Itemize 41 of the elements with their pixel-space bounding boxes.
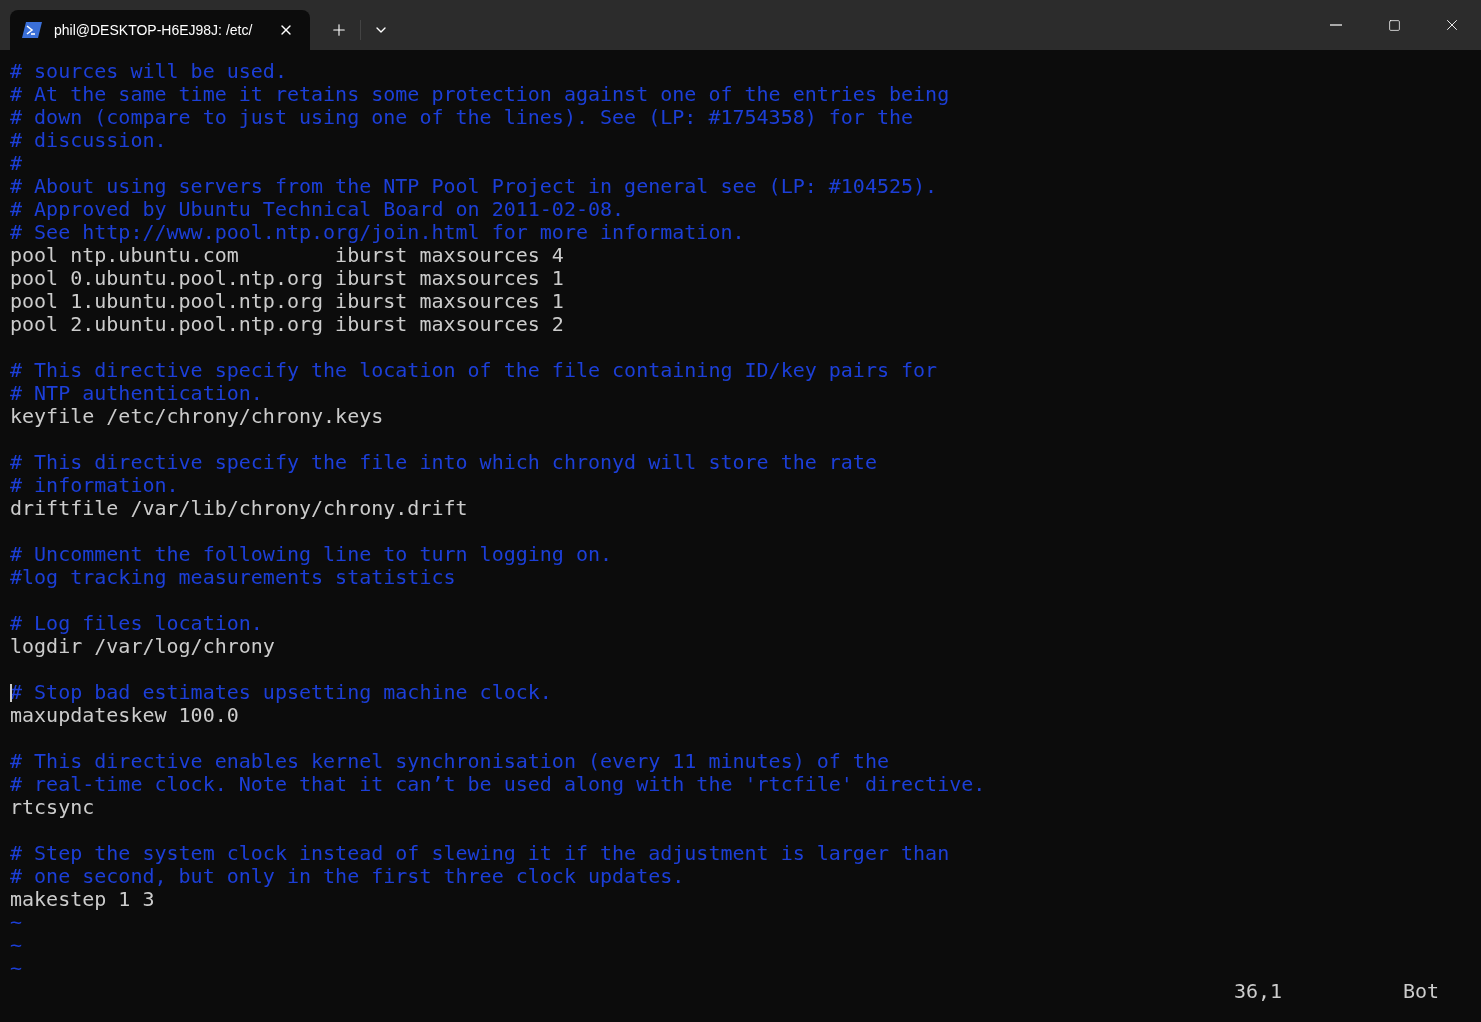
comment-line: # Stop bad estimates upsetting machine clock. bbox=[10, 681, 552, 704]
tab-title: phil@DESKTOP-H6EJ98J: /etc/ bbox=[54, 20, 253, 40]
code-line: pool ntp.ubuntu.com iburst maxsources 4 bbox=[10, 244, 564, 267]
empty-line-marker: ~ bbox=[10, 957, 23, 980]
maximize-icon bbox=[1387, 18, 1401, 32]
comment-line: # Log files location. bbox=[10, 612, 263, 635]
code-line: rtcsync bbox=[10, 796, 95, 819]
code-line: pool 1.ubuntu.pool.ntp.org iburst maxsources 1 bbox=[10, 290, 564, 313]
code-line: pool 2.ubuntu.pool.ntp.org iburst maxsources 2 bbox=[10, 313, 564, 336]
comment-line: # See http://www.pool.ntp.org/join.html for more information. bbox=[10, 221, 745, 244]
code-line: pool 0.ubuntu.pool.ntp.org iburst maxsources 1 bbox=[10, 267, 564, 290]
comment-line: # sources will be used. bbox=[10, 60, 287, 83]
empty-line-marker: ~ bbox=[10, 911, 23, 934]
comment-line: # About using servers from the NTP Pool Project in general see (LP: #104525). bbox=[10, 175, 938, 198]
comment-line: # This directive enables kernel synchronisation (every 11 minutes) of the bbox=[10, 750, 889, 773]
comment-line: # This directive specify the location of the file containing ID/key pairs for bbox=[10, 359, 938, 382]
empty-line-marker: ~ bbox=[10, 934, 23, 957]
scroll-position: Bot bbox=[1402, 980, 1439, 1003]
comment-line: # Uncomment the following line to turn logging on. bbox=[10, 543, 613, 566]
cursor-position: 36,1 bbox=[1234, 980, 1283, 1003]
comment-line: # Step the system clock instead of slewing it if the adjustment is larger than bbox=[10, 842, 950, 865]
comment-line: #log tracking measurements statistics bbox=[10, 566, 456, 589]
terminal-tab[interactable]: phil@DESKTOP-H6EJ98J: /etc/ bbox=[10, 10, 310, 50]
comment-line: # one second, but only in the first three clock updates. bbox=[10, 865, 685, 888]
comment-line: # At the same time it retains some protection against one of the entries being bbox=[10, 83, 950, 106]
comment-line: # bbox=[10, 152, 23, 175]
comment-line: # Approved by Ubuntu Technical Board on 2011-02-08. bbox=[10, 198, 625, 221]
plus-icon bbox=[330, 21, 348, 39]
comment-line: # information. bbox=[10, 474, 179, 497]
comment-line: # NTP authentication. bbox=[10, 382, 263, 405]
comment-line: # down (compare to just using one of the lines). See (LP: #1754358) for the bbox=[10, 106, 914, 129]
minimize-icon bbox=[1330, 24, 1342, 26]
code-line: driftfile /var/lib/chrony/chrony.drift bbox=[10, 497, 468, 520]
code-line: keyfile /etc/chrony/chrony.keys bbox=[10, 405, 384, 428]
comment-line: # real-time clock. Note that it can’t be used along with the 'rtcfile' directive. bbox=[10, 773, 986, 796]
code-line: logdir /var/log/chrony bbox=[10, 635, 275, 658]
comment-line: # discussion. bbox=[10, 129, 167, 152]
comment-line: # This directive specify the file into which chronyd will store the rate bbox=[10, 451, 877, 474]
code-line: makestep 1 3 bbox=[10, 888, 155, 911]
terminal-icon bbox=[22, 22, 42, 38]
code-line: maxupdateskew 100.0 bbox=[10, 704, 239, 727]
